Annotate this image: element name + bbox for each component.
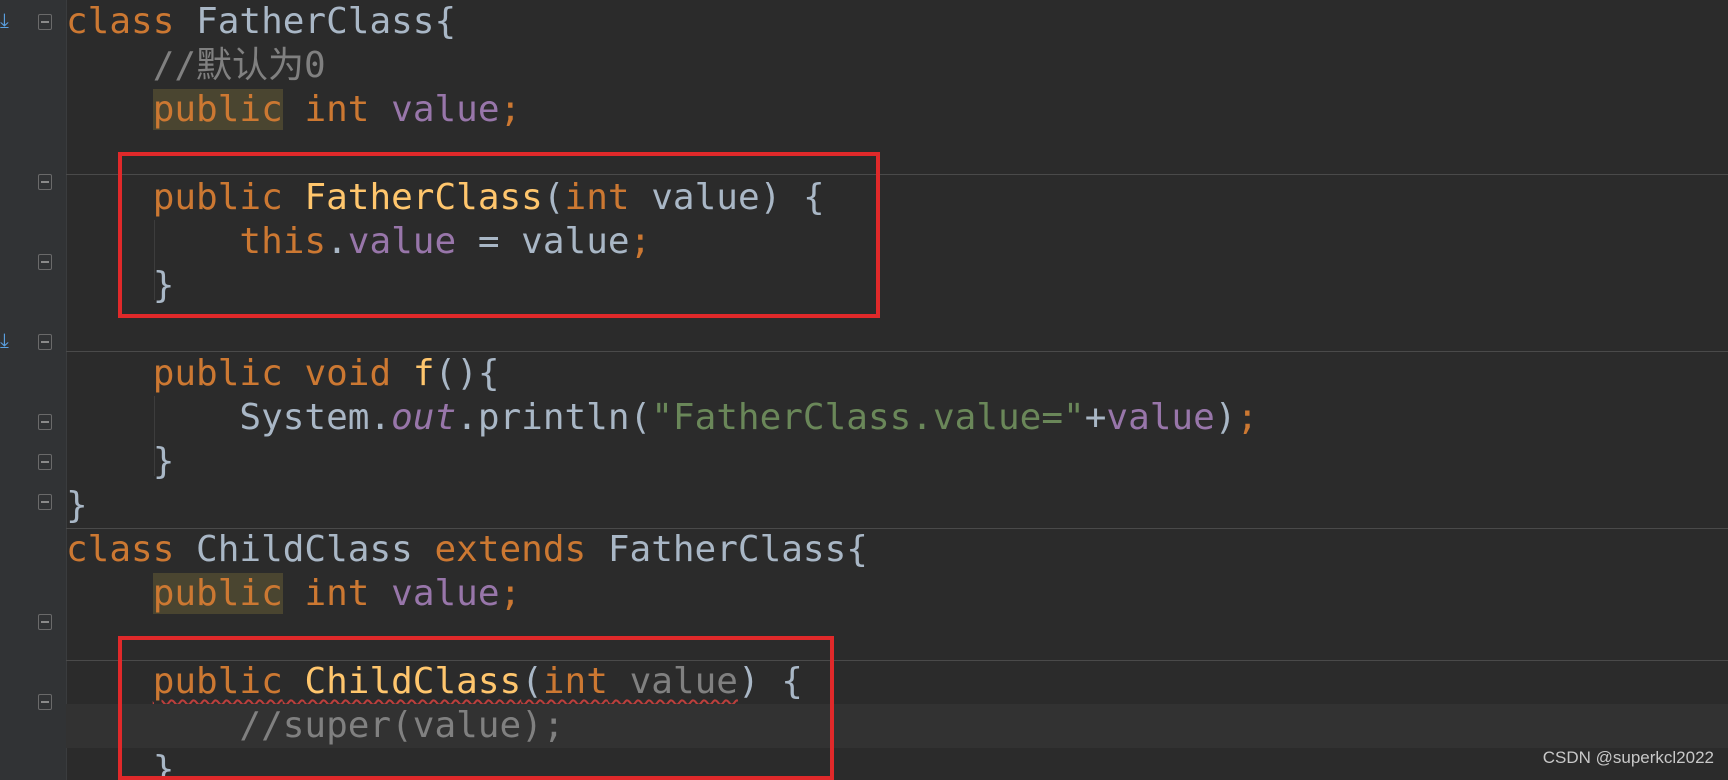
code-token: out	[391, 397, 457, 438]
code-token: ;	[499, 573, 522, 614]
code-token: void	[304, 353, 392, 394]
editor-gutter[interactable]: ⤓ ⤓	[0, 0, 67, 780]
annotation-box-child-constructor	[118, 636, 834, 780]
code-token: public	[152, 573, 283, 614]
code-token: "FatherClass.value="	[651, 397, 1085, 438]
code-token: public	[152, 89, 283, 130]
override-marker-icon[interactable]: ⤓	[0, 330, 14, 350]
code-token: int	[304, 89, 370, 130]
code-token: {	[434, 1, 457, 42]
code-line[interactable]: public void f(){	[66, 352, 1728, 396]
fold-toggle-icon[interactable]	[38, 694, 52, 710]
code-editor[interactable]: ⤓ ⤓ class FatherClass{ //默认为0 public int…	[0, 0, 1728, 780]
code-token: System.	[66, 397, 392, 438]
code-token: value	[1106, 397, 1215, 438]
code-token: public	[152, 353, 283, 394]
fold-toggle-icon[interactable]	[38, 14, 52, 30]
code-token: value	[391, 89, 500, 130]
fold-toggle-icon[interactable]	[38, 614, 52, 630]
code-line[interactable]: //默认为0	[66, 44, 1728, 88]
code-line[interactable]: public int value;	[66, 88, 1728, 132]
code-token: ChildClass	[174, 529, 435, 570]
code-token: .println(	[456, 397, 652, 438]
watermark-text: CSDN @superkcl2022	[1542, 748, 1714, 767]
code-token: class	[66, 1, 175, 42]
code-token: (){	[434, 353, 500, 394]
code-line[interactable]: public int value;	[66, 572, 1728, 616]
code-token: ;	[1236, 397, 1259, 438]
code-token: value	[391, 573, 500, 614]
code-token: class	[66, 529, 175, 570]
fold-toggle-icon[interactable]	[38, 454, 52, 470]
code-line[interactable]: class FatherClass{	[66, 0, 1728, 44]
code-line[interactable]: class ChildClass extends FatherClass{	[66, 528, 1728, 572]
annotation-box-father-constructor	[118, 152, 880, 318]
code-token: )	[1214, 397, 1237, 438]
code-token: extends	[434, 529, 587, 570]
fold-toggle-icon[interactable]	[38, 174, 52, 190]
code-token: FatherClass	[196, 1, 435, 42]
code-token: FatherClass{	[586, 529, 868, 570]
code-line[interactable]: }	[66, 484, 1728, 528]
code-token: }	[66, 485, 88, 526]
code-token: }	[66, 441, 175, 482]
code-token: +	[1084, 397, 1107, 438]
fold-toggle-icon[interactable]	[38, 494, 52, 510]
code-line[interactable]: }	[66, 440, 1728, 484]
fold-toggle-icon[interactable]	[38, 254, 52, 270]
code-token: ;	[499, 89, 522, 130]
override-marker-icon[interactable]: ⤓	[0, 10, 14, 30]
code-line[interactable]: System.out.println("FatherClass.value="+…	[66, 396, 1728, 440]
fold-toggle-icon[interactable]	[38, 334, 52, 350]
code-token: //默认为0	[66, 45, 326, 86]
code-token: int	[304, 573, 370, 614]
fold-toggle-icon[interactable]	[38, 414, 52, 430]
code-token: f	[412, 353, 435, 394]
